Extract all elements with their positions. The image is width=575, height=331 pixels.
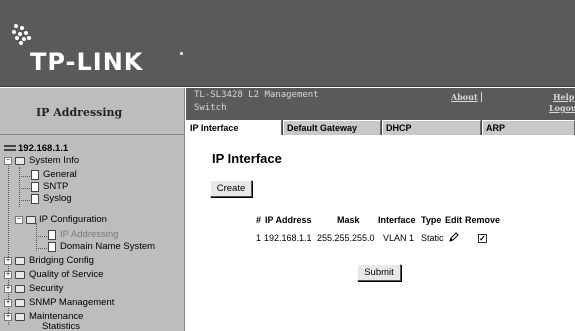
folder-open-icon — [15, 157, 25, 165]
sidebar-item-security[interactable]: Security — [29, 283, 63, 295]
column-header-interface: Interface — [378, 215, 416, 225]
folder-open-icon — [26, 216, 36, 224]
device-name: TL-SL3428 L2 Management Switch — [194, 90, 319, 113]
sidebar-item-quality-of-service[interactable]: Quality of Service — [29, 269, 103, 281]
expand-icon[interactable]: + — [4, 299, 12, 307]
row-interface: VLAN 1 — [383, 233, 415, 243]
pencil-icon[interactable] — [448, 232, 459, 243]
page-icon — [31, 182, 39, 192]
sidebar-item-syslog[interactable]: Syslog — [43, 193, 72, 205]
logout-link[interactable]: Logout — [549, 103, 575, 113]
column-header-remove: Remove — [465, 215, 501, 225]
sidebar-header: IP Addressing — [0, 88, 185, 135]
column-header-edit: Edit — [445, 215, 462, 225]
sidebar-item-domain-name-system[interactable]: Domain Name System — [60, 241, 155, 253]
page-icon — [31, 170, 39, 180]
column-header-index: # — [256, 215, 262, 225]
page-title: IP Interface — [212, 151, 282, 166]
tree-line — [19, 188, 30, 189]
row-ip-address: 192.168.1.1 — [264, 233, 312, 243]
tab-dhcp[interactable]: DHCP — [382, 120, 481, 135]
tree-line — [19, 176, 30, 177]
sidebar-item-ip-addressing[interactable]: IP Addressing — [60, 229, 118, 241]
main-content: IP Interface Create # IP Address Mask In… — [186, 135, 575, 331]
about-link[interactable]: About — [451, 92, 478, 102]
tree-line — [19, 200, 30, 201]
sidebar-item-statistics[interactable]: Statistics — [42, 321, 80, 331]
logo-text: TP-LINK — [30, 48, 144, 76]
top-bar: TL-SL3428 L2 Management Switch About Hel… — [186, 88, 575, 120]
tab-default-gateway[interactable]: Default Gateway — [283, 120, 381, 135]
column-header-ip-address: IP Address — [265, 215, 312, 225]
expand-icon[interactable]: + — [4, 271, 12, 279]
column-header-type: Type — [421, 215, 442, 225]
tree-line — [36, 236, 47, 237]
link-separator — [481, 92, 482, 102]
expand-icon[interactable]: + — [4, 285, 12, 293]
switch-icon — [4, 145, 16, 152]
tree-line — [36, 223, 37, 251]
nav-root-label: 192.168.1.1 — [18, 143, 69, 154]
tab-bar: IP Interface Default Gateway DHCP ARP — [186, 120, 575, 135]
row-type: Static — [421, 233, 444, 243]
collapse-icon[interactable]: − — [4, 157, 12, 165]
tree-line — [19, 167, 20, 207]
column-header-mask: Mask — [337, 215, 360, 225]
logo-trademark-dot — [180, 52, 183, 55]
folder-closed-icon — [15, 271, 25, 279]
page-icon — [48, 230, 56, 240]
tab-arp[interactable]: ARP — [482, 120, 575, 135]
page-icon — [31, 194, 39, 204]
page-icon — [48, 242, 56, 252]
create-button[interactable]: Create — [210, 180, 252, 197]
row-mask: 255.255.255.0 — [317, 233, 375, 243]
navigation-tree: 192.168.1.1 − System Info General SNTP S… — [0, 135, 185, 331]
sidebar-item-snmp-management[interactable]: SNMP Management — [29, 297, 114, 309]
header-banner: TP-LINK — [0, 0, 575, 87]
sidebar-item-system-info[interactable]: System Info — [29, 155, 79, 167]
collapse-icon[interactable]: − — [15, 216, 23, 224]
sidebar-item-general[interactable]: General — [43, 169, 77, 181]
row-index: 1 — [256, 233, 262, 243]
help-link[interactable]: Help — [553, 92, 574, 102]
submit-button[interactable]: Submit — [357, 264, 401, 281]
folder-closed-icon — [15, 313, 25, 321]
nav-root[interactable]: 192.168.1.1 — [4, 143, 68, 155]
folder-closed-icon — [15, 299, 25, 307]
expand-icon[interactable]: + — [4, 313, 12, 321]
folder-closed-icon — [15, 285, 25, 293]
tree-line — [36, 248, 47, 249]
folder-closed-icon — [15, 257, 25, 265]
section-title: IP Addressing — [36, 106, 123, 119]
expand-icon[interactable]: + — [4, 257, 12, 265]
sidebar-item-bridging-config[interactable]: Bridging Config — [29, 255, 94, 267]
tp-link-logo: TP-LINK — [12, 20, 183, 80]
logo-dots-icon — [12, 24, 32, 46]
tab-ip-interface[interactable]: IP Interface — [186, 120, 282, 135]
sidebar-item-ip-configuration[interactable]: IP Configuration — [39, 214, 107, 226]
remove-checkbox[interactable]: ✓ — [478, 234, 487, 243]
sidebar-item-sntp[interactable]: SNTP — [43, 181, 68, 193]
